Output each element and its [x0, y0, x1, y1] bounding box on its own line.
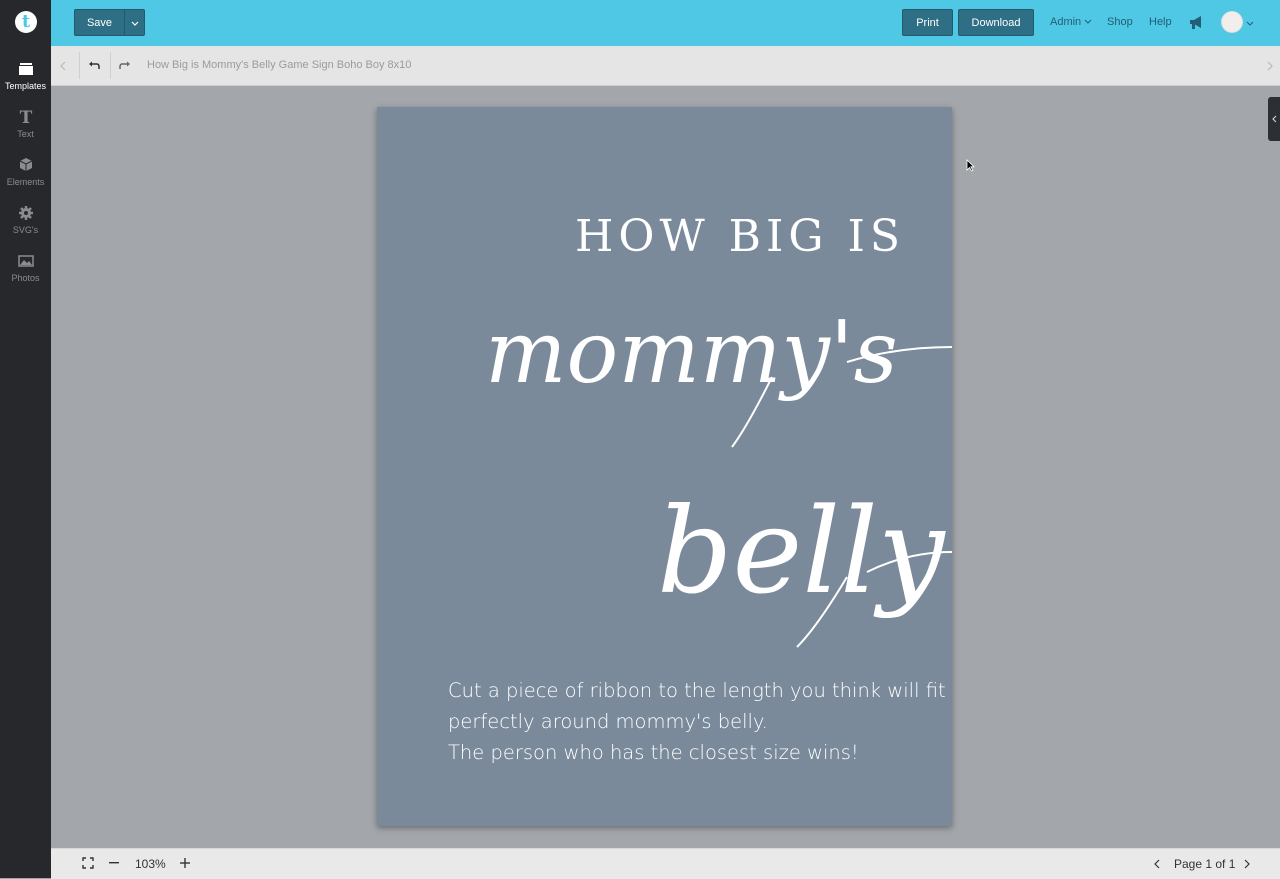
script-belly-text: belly — [657, 482, 946, 620]
chevron-down-icon — [131, 21, 138, 26]
download-button[interactable]: Download — [958, 9, 1034, 36]
chevron-down-icon[interactable] — [1246, 19, 1254, 27]
sidebar-item-photos[interactable]: Photos — [0, 252, 51, 283]
save-dropdown-button[interactable] — [124, 9, 145, 36]
undo-icon — [89, 61, 100, 69]
bottom-status-bar: 103% Page 1 of 1 — [51, 848, 1280, 879]
chevron-down-icon — [1084, 19, 1092, 24]
redo-button[interactable] — [110, 52, 139, 79]
instructions-line: perfectly around mommy's belly. — [448, 710, 768, 733]
save-button[interactable]: Save — [74, 9, 125, 36]
design-page[interactable]: HOW BIG IS mommy's belly Cut a piece of … — [377, 107, 952, 826]
zoom-out-icon[interactable] — [109, 862, 119, 864]
sidebar-item-svgs[interactable]: SVG's — [0, 204, 51, 235]
print-button[interactable]: Print — [902, 9, 953, 36]
zoom-in-icon[interactable] — [180, 858, 190, 868]
next-page-icon[interactable] — [1244, 859, 1250, 869]
document-title: How Big is Mommy's Belly Game Sign Boho … — [147, 59, 412, 71]
chevron-left-icon — [1272, 115, 1277, 123]
admin-menu[interactable]: Admin — [1050, 16, 1092, 28]
right-panel-toggle[interactable] — [1268, 97, 1280, 141]
text-icon: T — [19, 108, 32, 126]
instructions-line: Cut a piece of ribbon to the length you … — [448, 679, 946, 702]
redo-icon — [119, 61, 130, 69]
app-logo[interactable]: t — [15, 11, 37, 33]
instructions-line: The person who has the closest size wins… — [448, 741, 859, 764]
image-icon — [17, 255, 34, 267]
top-toolbar: Save Print Download Admin Shop Help — [51, 0, 1280, 46]
help-link[interactable]: Help — [1149, 16, 1172, 28]
script-mommys-text: mommy's — [485, 303, 898, 403]
instructions-text[interactable]: Cut a piece of ribbon to the length you … — [448, 675, 946, 768]
svg-text:T: T — [19, 108, 32, 126]
gear-icon — [18, 206, 33, 220]
sidebar-item-elements[interactable]: Elements — [0, 156, 51, 187]
undo-button[interactable] — [79, 52, 108, 79]
zoom-level: 103% — [135, 857, 166, 871]
mouse-cursor-icon — [966, 159, 975, 172]
chevron-right-icon[interactable] — [1266, 61, 1274, 71]
fit-screen-icon[interactable] — [82, 857, 94, 869]
folder-icon — [18, 63, 33, 75]
shop-link[interactable]: Shop — [1107, 16, 1133, 28]
user-avatar[interactable] — [1221, 11, 1243, 33]
left-sidebar: t Templates T Text Elements SVG's Photos — [0, 0, 52, 878]
previous-page-icon[interactable] — [1154, 859, 1160, 869]
megaphone-icon[interactable] — [1188, 15, 1204, 30]
chevron-left-icon[interactable] — [59, 61, 67, 71]
cube-icon — [19, 158, 32, 171]
document-bar: How Big is Mommy's Belly Game Sign Boho … — [51, 46, 1280, 86]
sidebar-item-templates[interactable]: Templates — [0, 60, 51, 91]
page-indicator: Page 1 of 1 — [1174, 857, 1236, 871]
sidebar-item-text[interactable]: T Text — [0, 108, 51, 139]
